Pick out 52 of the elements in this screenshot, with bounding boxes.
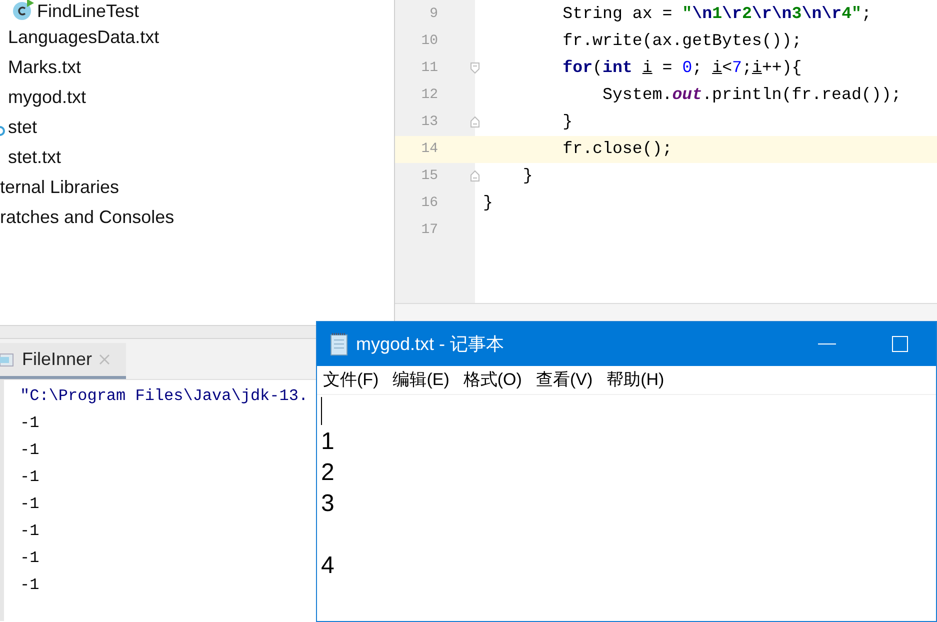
tree-item[interactable]: ternal Libraries	[0, 174, 120, 200]
console-line: -1	[20, 520, 40, 542]
menu-item[interactable]: 帮助(H)	[606, 367, 664, 393]
fold-icon[interactable]	[470, 62, 480, 74]
console-line: -1	[20, 548, 40, 568]
code-line: String ax = "\n1\r2\r\n3\n\r4";	[562, 3, 872, 26]
code-line: fr.close();	[562, 138, 672, 160]
tree-item[interactable]: FindLineTest	[37, 0, 140, 24]
menu-item[interactable]: 格式(O)	[463, 367, 522, 393]
tree-item[interactable]: stet.txt	[8, 144, 62, 170]
minimize-icon[interactable]	[818, 343, 836, 345]
line-number: 9	[428, 5, 438, 24]
console-line: "C:\Program Files\Java\jdk-13.	[20, 386, 308, 406]
menu-item[interactable]: 文件(F)	[323, 367, 379, 393]
console-line: -1	[20, 466, 40, 488]
window-title: mygod.txt - 记事本	[356, 332, 504, 356]
tree-item[interactable]: LanguagesData.txt	[8, 24, 160, 50]
line-number: 12	[420, 86, 438, 105]
code-line: for(int i = 0; i<7;i++){	[562, 57, 802, 80]
console-line: -1	[20, 412, 40, 434]
line-number: 10	[420, 32, 438, 51]
code-line: System.out.println(fr.read());	[601, 84, 902, 106]
text-area[interactable]: 1 2 3 4	[317, 395, 936, 621]
fold-icon[interactable]	[470, 170, 480, 182]
config-icon	[0, 126, 5, 136]
line-number: 13	[420, 113, 438, 132]
run-tab[interactable]: FileInner	[0, 343, 126, 379]
maximize-icon[interactable]	[892, 336, 908, 352]
close-icon[interactable]	[99, 354, 110, 365]
line-number: 17	[420, 221, 438, 240]
console-line: -1	[20, 440, 40, 460]
code-line: }	[483, 192, 493, 214]
console-line: -1	[20, 574, 40, 596]
code-line: fr.write(ax.getBytes());	[562, 30, 802, 52]
tree-item[interactable]: stet	[8, 114, 38, 140]
notepad-icon	[329, 332, 349, 356]
menu-item[interactable]: 查看(V)	[536, 367, 593, 393]
console-icon	[0, 352, 14, 368]
console-line: -1	[20, 494, 40, 514]
tree-item[interactable]: Marks.txt	[8, 54, 82, 80]
line-number: 14	[420, 140, 438, 159]
tree-item[interactable]: ratches and Consoles	[0, 204, 174, 230]
line-number: 15	[420, 167, 438, 186]
document-text: 1 2 3 4	[321, 427, 334, 581]
line-number: 16	[420, 194, 438, 213]
class-icon	[12, 0, 34, 21]
tree-item[interactable]: mygod.txt	[8, 84, 86, 110]
line-number: 11	[420, 59, 438, 78]
menu-item[interactable]: 编辑(E)	[392, 367, 450, 393]
code-line: }	[562, 111, 573, 134]
code-line: }	[522, 165, 533, 188]
fold-icon[interactable]	[470, 116, 480, 128]
